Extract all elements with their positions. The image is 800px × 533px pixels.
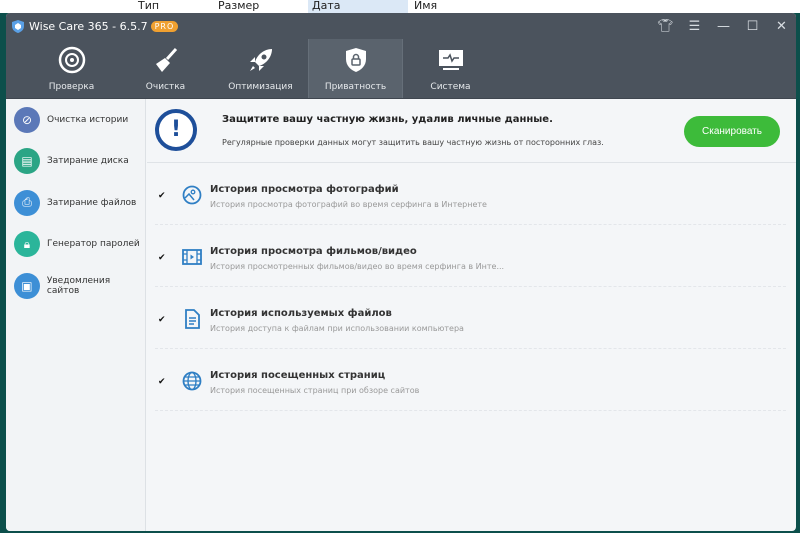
broom-icon <box>155 47 177 72</box>
tab-privacy[interactable]: Приватность <box>308 39 403 98</box>
shield-lock-icon <box>345 47 366 72</box>
close-icon[interactable]: ✕ <box>767 19 796 34</box>
radar-icon <box>58 46 85 73</box>
maximize-icon[interactable]: ☐ <box>738 19 767 34</box>
item-checkbox[interactable]: ✔ <box>158 254 167 263</box>
column-type[interactable]: Тип <box>138 0 159 12</box>
film-icon <box>182 249 202 265</box>
skin-icon[interactable]: 👕︎ <box>651 19 680 34</box>
tab-label: Система <box>430 81 471 92</box>
sidebar: ⊘ Очистка истории ▤ Затирание диска ⎙ Затир… <box>6 99 146 531</box>
sidebar-item-password-generator[interactable]: 🔒︎ Генератор паролей <box>6 224 145 266</box>
item-description: История доступа к файлам при использован… <box>210 324 464 333</box>
privacy-panel: ! Защитите вашу частную жизнь, удалив ли… <box>147 99 796 531</box>
tab-label: Очистка <box>145 81 186 92</box>
item-description: История посещенных страниц при обзоре са… <box>210 386 420 395</box>
document-icon <box>185 309 200 329</box>
list-item: ✔ История просмотра фильмов/видео Истори… <box>155 225 786 287</box>
sidebar-item-history-clean[interactable]: ⊘ Очистка истории <box>6 99 145 141</box>
banner-subtext: Регулярные проверки данных могут защитит… <box>222 138 604 147</box>
main-tabs: Проверка Очистка Оптимизация Приватность… <box>6 39 796 99</box>
menu-icon[interactable]: ☰ <box>680 19 709 34</box>
shredder-icon: ⎙ <box>14 189 40 216</box>
sidebar-item-label: Очистка истории <box>47 114 129 125</box>
column-size[interactable]: Размер <box>218 0 259 12</box>
column-name[interactable]: Имя <box>414 0 437 12</box>
background-explorer-header: Тип Размер Дата Имя <box>0 0 800 13</box>
tab-system[interactable]: Система <box>403 39 498 98</box>
tab-label: Оптимизация <box>228 81 293 92</box>
app-logo-icon <box>12 19 24 33</box>
item-title: История просмотра фильмов/видео <box>210 246 417 257</box>
tab-optimize[interactable]: Оптимизация <box>213 39 308 98</box>
sidebar-item-label: Генератор паролей <box>47 239 140 250</box>
banner-heading: Защитите вашу частную жизнь, удалив личн… <box>222 114 553 125</box>
sidebar-item-file-shredder[interactable]: ⎙ Затирание файлов <box>6 182 145 224</box>
banner: ! Защитите вашу частную жизнь, удалив ли… <box>147 99 796 163</box>
title-bar: Wise Care 365 - 6.5.7 PRO 👕︎ ☰ — ☐ ✕ <box>6 13 796 39</box>
sidebar-item-label: Затирание диска <box>47 156 129 167</box>
list-item: ✔ История посещенных страниц История пос… <box>155 349 786 411</box>
tab-check[interactable]: Проверка <box>24 39 119 98</box>
item-description: История просмотренных фильмов/видео во в… <box>210 262 505 271</box>
photo-icon <box>182 185 202 205</box>
globe-icon <box>182 371 202 391</box>
item-checkbox[interactable]: ✔ <box>158 192 167 201</box>
item-title: История просмотра фотографий <box>210 184 399 195</box>
app-title: Wise Care 365 - 6.5.7 <box>29 19 148 33</box>
item-checkbox[interactable]: ✔ <box>158 378 167 387</box>
sidebar-item-label: Затирание файлов <box>47 197 137 208</box>
disk-icon: ▤ <box>14 148 40 175</box>
scan-button[interactable]: Сканировать <box>684 116 780 147</box>
exclamation-icon: ! <box>155 109 197 151</box>
sidebar-item-disk-wipe[interactable]: ▤ Затирание диска <box>6 141 145 183</box>
eye-off-icon: ⊘ <box>14 106 40 133</box>
tab-label: Проверка <box>48 81 95 92</box>
sidebar-item-label: Уведомления сайтов <box>46 275 111 296</box>
minimize-icon[interactable]: — <box>709 19 738 34</box>
sidebar-item-site-notifications[interactable]: ▣ Уведомления сайтов <box>6 265 145 307</box>
list-item: ✔ История используемых файлов История до… <box>155 287 786 349</box>
item-title: История посещенных страниц <box>210 370 386 381</box>
rocket-icon <box>249 48 272 71</box>
pro-badge: PRO <box>150 20 179 32</box>
tab-label: Приватность <box>324 81 387 92</box>
column-date[interactable]: Дата <box>308 0 408 13</box>
item-checkbox[interactable]: ✔ <box>158 316 167 325</box>
tab-clean[interactable]: Очистка <box>118 39 213 98</box>
browser-bell-icon: ▣ <box>14 272 40 299</box>
item-title: История используемых файлов <box>210 308 392 319</box>
app-window: Wise Care 365 - 6.5.7 PRO 👕︎ ☰ — ☐ ✕ Про… <box>6 13 796 531</box>
item-description: История просмотра фотографий во время се… <box>210 200 487 209</box>
lock-icon: 🔒︎ <box>14 231 40 258</box>
monitor-icon <box>438 49 463 70</box>
list-item: ✔ История просмотра фотографий История п… <box>155 163 786 225</box>
